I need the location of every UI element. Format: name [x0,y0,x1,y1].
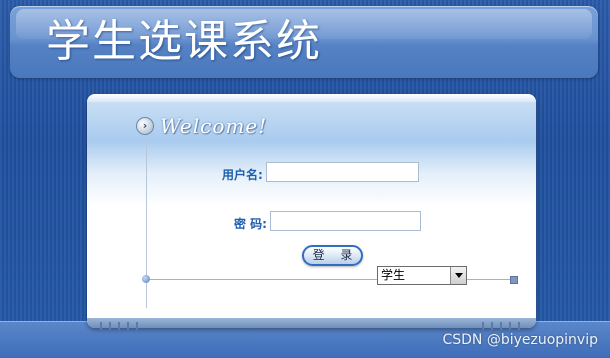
username-input[interactable] [266,162,419,182]
header-banner: 学生选课系统 [10,6,598,78]
circle-arrow-right-icon: › [136,117,154,135]
welcome-heading: Welcome! [160,114,268,138]
password-label: 密 码: [234,217,267,231]
watermark: CSDN @biyezuopinvip [442,332,598,348]
panel-footer-ticks-left [100,322,142,330]
rule-square-right [510,276,518,284]
panel-footer-ticks-right [482,322,522,330]
page-title: 学生选课系统 [46,16,322,67]
username-label: 用户名: [222,168,263,182]
role-select[interactable]: 学生 [377,266,467,285]
panel-top-bar [87,94,536,102]
chevron-down-icon[interactable] [450,267,466,284]
panel-footer-bar [87,318,536,328]
login-button[interactable]: 登 录 [302,245,363,266]
rule-dot-left [142,275,150,283]
role-select-value: 学生 [381,268,406,282]
password-input[interactable] [270,211,421,231]
